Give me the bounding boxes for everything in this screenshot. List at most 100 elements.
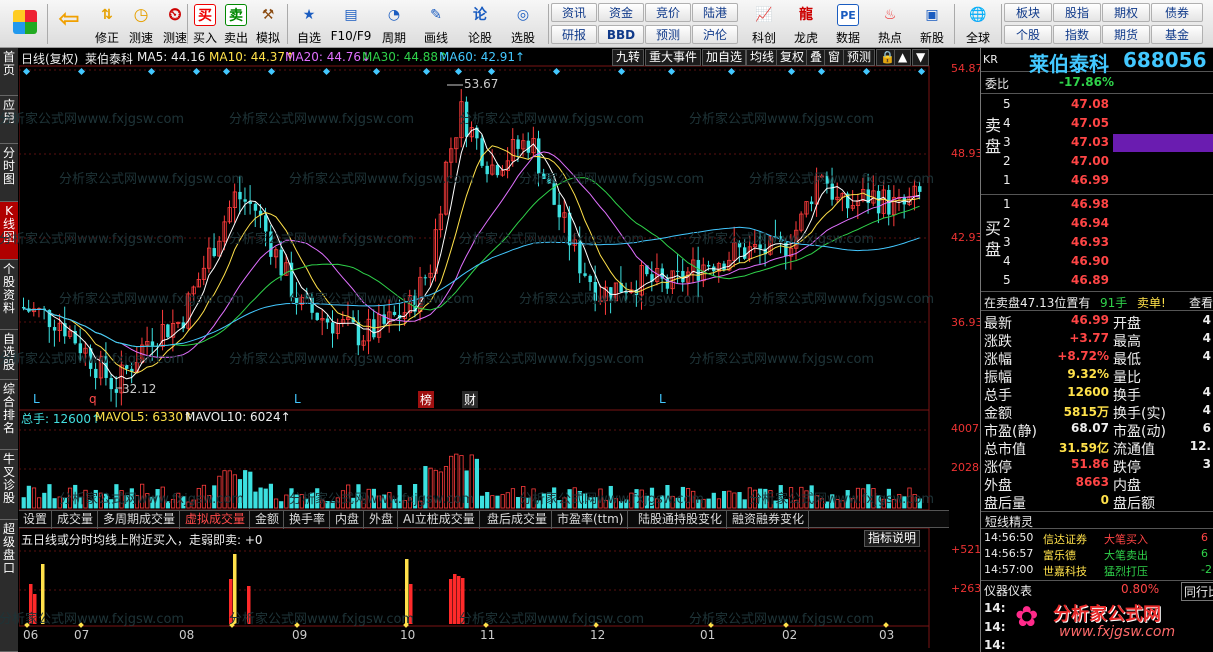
global-button[interactable]: 🌐 全球 [957, 2, 999, 46]
sell-price[interactable]: 47.05 [1071, 116, 1109, 130]
elves-item[interactable]: -2 [1201, 563, 1212, 576]
funds-button[interactable]: 基金 [1151, 25, 1203, 44]
elves-item[interactable]: 大笔买入 [1104, 531, 1148, 547]
adjust-button[interactable]: 复权 [776, 49, 809, 66]
data-button[interactable]: PE 数据 [828, 2, 868, 46]
index-button[interactable]: 指数 [1053, 25, 1101, 44]
ipo-button[interactable]: ▣ 新股 [912, 2, 952, 46]
indicator-tab[interactable]: 融资融券变化 [728, 511, 810, 529]
overlay-button[interactable]: 叠 [806, 49, 827, 66]
hotspot-button[interactable]: ♨ 热点 [870, 2, 910, 46]
period-button[interactable]: ◔ 周期 [375, 2, 413, 46]
tab-super-orderbook[interactable]: 超级盘口 [0, 520, 18, 652]
buy-price[interactable]: 46.93 [1071, 235, 1109, 249]
chevron-up-icon[interactable]: ▲ [894, 49, 912, 66]
forecast-button[interactable]: 预测 [645, 25, 691, 44]
futures-button[interactable]: 期货 [1102, 25, 1150, 44]
indicator-tab[interactable]: 陆股通持股变化 [634, 511, 728, 529]
discuss-button[interactable]: 论 论股 [460, 2, 500, 46]
sell-price[interactable]: 47.08 [1071, 97, 1109, 111]
stock-picker-button[interactable]: ◎ 选股 [502, 2, 544, 46]
buy-price[interactable]: 46.98 [1071, 197, 1109, 211]
tab-home[interactable]: 首页 [0, 48, 18, 96]
event-marker[interactable]: q [89, 392, 97, 406]
fix-button[interactable]: ⇅ 修正 [90, 2, 124, 46]
elves-item[interactable]: 14:57:00 [984, 563, 1033, 576]
order-alert[interactable]: 在卖盘47.13位置有 91手 卖单! 查看 [981, 293, 1213, 311]
speedtest-button[interactable]: ◷ 测速 [124, 2, 158, 46]
tab-diagnosis[interactable]: 牛叉诊股 [0, 450, 18, 520]
jiuzhuan-button[interactable]: 九转 [612, 49, 645, 66]
options-button[interactable]: 期权 [1102, 3, 1150, 22]
tab-apps[interactable]: 应用 [0, 96, 18, 144]
elves-item[interactable]: 猛烈打压 [1104, 563, 1148, 579]
bbd-button[interactable]: BBD [598, 25, 644, 44]
indicator-help-button[interactable]: 指标说明 [864, 530, 921, 547]
tab-intraday[interactable]: 分时图 [0, 144, 18, 202]
add-watch-button[interactable]: 加自选 [702, 49, 747, 66]
auction-button[interactable]: 竞价 [645, 3, 691, 22]
kline-chart[interactable] [19, 48, 979, 652]
elves-item[interactable]: 富乐德 [1043, 547, 1076, 563]
indicator-tab[interactable]: AI立桩成交量 [399, 511, 480, 529]
sell-price[interactable]: 47.03 [1071, 135, 1109, 149]
period-label[interactable]: 日线(复权) [21, 50, 78, 67]
indicator-tab[interactable]: 金额 [251, 511, 285, 529]
view-link[interactable]: 查看 [1189, 294, 1213, 311]
indicator-tab[interactable]: 市盈率(ttm) [553, 511, 629, 529]
elves-item[interactable]: 世嘉科技 [1043, 563, 1087, 579]
stocks-button[interactable]: 个股 [1004, 25, 1052, 44]
sell-button[interactable]: 卖 卖出 [221, 2, 251, 46]
finance-marker[interactable]: 财 [462, 391, 479, 408]
indicator-tab[interactable]: 盘后成交量 [483, 511, 553, 529]
elves-item[interactable]: 6 [1201, 531, 1208, 544]
tab-watchlist[interactable]: 自选股 [0, 330, 18, 380]
tab-stock-info[interactable]: 个股资料 [0, 260, 18, 330]
watchlist-button[interactable]: ★ 自选 [290, 2, 328, 46]
dragon-tiger-button[interactable]: 龍 龙虎 [786, 2, 826, 46]
elves-item[interactable]: 14:56:57 [984, 547, 1033, 560]
forecast-chart-button[interactable]: 预测 [843, 49, 876, 66]
indicator-tab[interactable]: 多周期成交量 [99, 511, 181, 529]
elves-item[interactable]: 大笔卖出 [1104, 547, 1148, 563]
ma-button[interactable]: 均线 [746, 49, 779, 66]
sell-price[interactable]: 46.99 [1071, 173, 1109, 187]
hk-connect-button[interactable]: 陆港 [692, 3, 738, 22]
elves-title[interactable]: 短线精灵 [985, 513, 1033, 530]
elves-item[interactable]: 6 [1201, 547, 1208, 560]
window-button[interactable]: 窗 [824, 49, 845, 66]
buy-button[interactable]: 买 买入 [190, 2, 220, 46]
start-button[interactable] [8, 2, 42, 46]
indicator-tab[interactable]: 内盘 [331, 511, 365, 529]
bonds-button[interactable]: 债券 [1151, 3, 1203, 22]
buy-price[interactable]: 46.94 [1071, 216, 1109, 230]
f10-button[interactable]: ▤ F10/F9 [330, 2, 372, 46]
indicator-tab[interactable]: 换手率 [285, 511, 331, 529]
chevron-down-icon[interactable]: ▼ [912, 49, 930, 66]
sell-price[interactable]: 47.00 [1071, 154, 1109, 168]
major-events-button[interactable]: 重大事件 [645, 49, 702, 66]
stock-index-button[interactable]: 股指 [1053, 3, 1101, 22]
ranking-marker[interactable]: 榜 [418, 391, 435, 408]
indicator-tab[interactable]: 外盘 [365, 511, 399, 529]
buy-price[interactable]: 46.89 [1071, 273, 1109, 287]
news-button[interactable]: 资讯 [551, 3, 597, 22]
sector-button[interactable]: 板块 [1004, 3, 1052, 22]
star-market-button[interactable]: 📈 科创 [744, 2, 784, 46]
event-marker[interactable]: L [294, 392, 301, 406]
event-marker[interactable]: L [33, 392, 40, 406]
buy-price[interactable]: 46.90 [1071, 254, 1109, 268]
elves-item[interactable]: 14:56:50 [984, 531, 1033, 544]
simulate-button[interactable]: ⚒ 模拟 [252, 2, 284, 46]
elves-item[interactable]: 信达证券 [1043, 531, 1087, 547]
shanghai-london-button[interactable]: 沪伦 [692, 25, 738, 44]
event-marker[interactable]: L [659, 392, 666, 406]
back-button[interactable]: ⇦ [52, 2, 86, 46]
drawline-button[interactable]: ✎ 画线 [416, 2, 456, 46]
fund-button[interactable]: 资金 [598, 3, 644, 22]
indicator-tab[interactable]: 设置 [19, 511, 53, 529]
tab-ranking[interactable]: 综合排名 [0, 380, 18, 450]
tab-kline[interactable]: K线图 [0, 202, 18, 260]
research-button[interactable]: 研报 [551, 25, 597, 44]
indicator-tab[interactable]: 虚拟成交量 [181, 511, 251, 529]
